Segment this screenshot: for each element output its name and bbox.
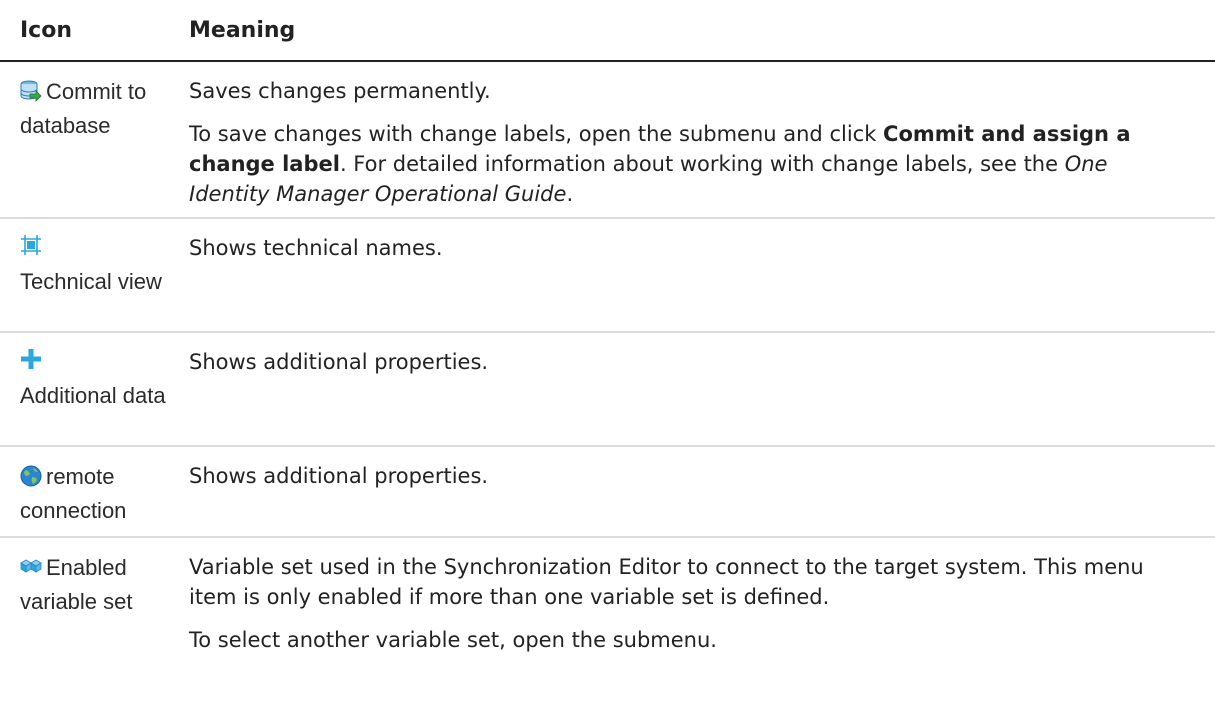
database-commit-icon [20,79,42,110]
table-row: remote connection Shows additional prope… [0,446,1215,538]
table-row: Technical view Shows technical names. [0,218,1215,333]
icon-meaning-table: Icon Meaning Commit to database Saves ch… [0,0,1215,668]
technical-view-icon [20,233,173,264]
table-row: Additional data Shows additional propert… [0,332,1215,447]
text-run: . For detailed information about working… [339,152,1065,176]
column-header-meaning: Meaning [177,0,1215,62]
column-header-icon: Icon [0,0,177,62]
text-run: . [566,182,574,206]
meaning-paragraph: To save changes with change labels, open… [189,119,1179,209]
meaning-paragraph: Saves changes permanently. [189,79,491,103]
meaning-paragraph: Shows additional properties. [189,464,489,488]
table-row: Enabled variable set Variable set used i… [0,537,1215,668]
table-header-row: Icon Meaning [0,0,1215,62]
variable-set-icon [20,555,42,586]
text-run: To save changes with change labels, open… [189,122,884,146]
meaning-paragraph: Shows technical names. [189,236,443,260]
icon-cell: Commit to database [0,61,177,219]
meaning-paragraph: Variable set used in the Synchronization… [189,555,1144,609]
globe-icon [20,464,42,495]
meaning-cell: Saves changes permanently. To save chang… [177,61,1215,219]
meaning-paragraph: Shows additional properties. [189,350,489,374]
meaning-cell: Variable set used in the Synchronization… [177,537,1215,668]
row-label: Technical view [20,269,162,294]
icon-cell: remote connection [0,446,177,538]
meaning-cell: Shows technical names. [177,218,1215,333]
meaning-cell: Shows additional properties. [177,446,1215,538]
icon-cell: Additional data [0,332,177,447]
table-row: Commit to database Saves changes permane… [0,61,1215,219]
meaning-paragraph: To select another variable set, open the… [189,628,717,652]
icon-cell: Technical view [0,218,177,333]
icon-cell: Enabled variable set [0,537,177,668]
row-label: Additional data [20,383,166,408]
plus-icon [20,347,173,378]
meaning-cell: Shows additional properties. [177,332,1215,447]
